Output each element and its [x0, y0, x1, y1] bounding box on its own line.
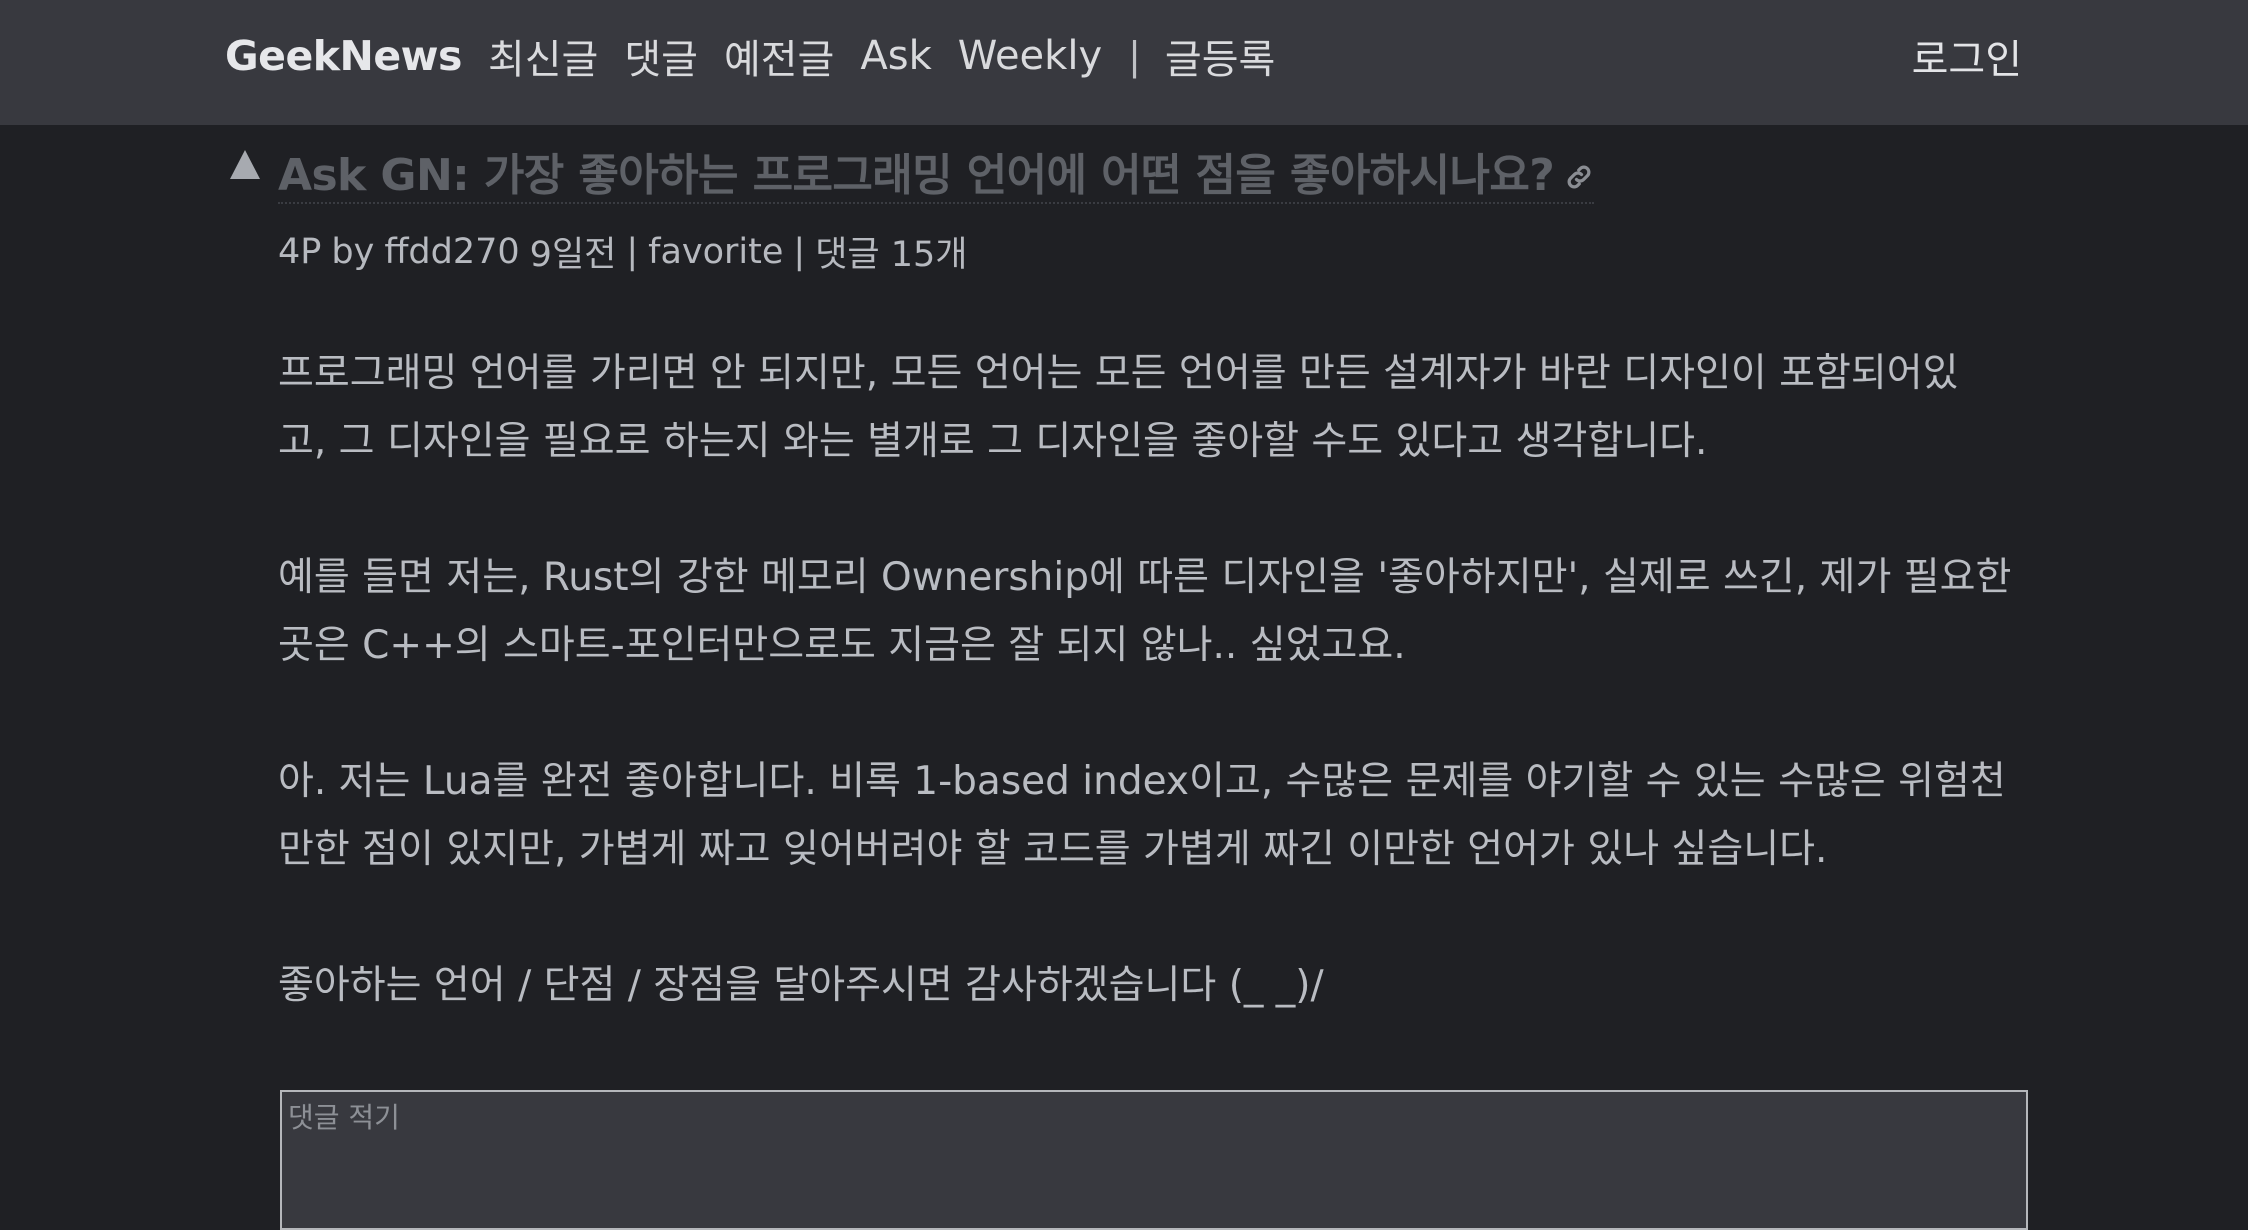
body-line: 아. 저는 Lua를 완전 좋아합니다. 비록 1-based index이고,… — [278, 759, 2006, 804]
body-line: 만한 점이 있지만, 가볍게 짜고 잊어버려야 할 코드를 가볍게 짜긴 이만한… — [278, 827, 1828, 872]
body-line: 예를 들면 저는, Rust의 강한 메모리 Ownership에 따른 디자인… — [278, 555, 2012, 600]
post-meta: 4P by ffdd270 9일전 | favorite | 댓글 15개 — [278, 226, 977, 277]
site-logo-link[interactable]: GeekNews — [225, 32, 462, 80]
body-line: 프로그래밍 언어를 가리면 안 되지만, 모든 언어는 모든 언어를 만든 설계… — [278, 351, 1959, 396]
body-paragraph: 좋아하는 언어 / 단점 / 장점을 달아주시면 감사하겠습니다 (_ _)/ — [278, 952, 2038, 1020]
comments-count-link[interactable]: 댓글 15개 — [815, 226, 967, 277]
main-nav: GeekNews 최신글 댓글 예전글 Ask Weekly | 글등록 — [225, 28, 1301, 84]
upvote-triangle-icon[interactable] — [230, 150, 260, 179]
nav-link-weekly[interactable]: Weekly — [958, 33, 1102, 79]
body-paragraph: 아. 저는 Lua를 완전 좋아합니다. 비록 1-based index이고,… — [278, 748, 2038, 884]
nav-link-past[interactable]: 예전글 — [724, 27, 834, 85]
nav-link-newest[interactable]: 최신글 — [488, 27, 598, 85]
favorite-link[interactable]: favorite — [648, 232, 783, 272]
nav-link-submit[interactable]: 글등록 — [1165, 27, 1275, 85]
meta-separator: | — [793, 231, 806, 272]
nav-link-ask[interactable]: Ask — [860, 33, 931, 79]
nav-separator: | — [1128, 34, 1141, 78]
post-title-link[interactable]: Ask GN: 가장 좋아하는 프로그래밍 언어에 어떤 점을 좋아하시나요? — [278, 139, 1555, 203]
post-by-label: by — [331, 231, 375, 272]
post-body: 프로그래밍 언어를 가리면 안 되지만, 모든 언어는 모든 언어를 만든 설계… — [278, 340, 2038, 1088]
body-line: 좋아하는 언어 / 단점 / 장점을 달아주시면 감사하겠습니다 (_ _)/ — [278, 963, 1324, 1008]
body-line: 곳은 C++의 스마트-포인터만으로도 지금은 잘 되지 않나.. 싶었고요. — [278, 623, 1406, 668]
meta-separator: | — [626, 231, 639, 272]
nav-link-comments[interactable]: 댓글 — [624, 27, 698, 85]
body-line: 고, 그 디자인을 필요로 하는지 와는 별개로 그 디자인을 좋아할 수도 있… — [278, 419, 1708, 464]
post-points: 4P — [278, 231, 322, 272]
comment-input[interactable] — [280, 1090, 2028, 1230]
top-navbar: GeekNews 최신글 댓글 예전글 Ask Weekly | 글등록 로그인 — [0, 0, 2248, 125]
post-title-row: Ask GN: 가장 좋아하는 프로그래밍 언어에 어떤 점을 좋아하시나요? — [278, 139, 1595, 204]
body-paragraph: 프로그래밍 언어를 가리면 안 되지만, 모든 언어는 모든 언어를 만든 설계… — [278, 340, 2038, 476]
link-icon[interactable] — [1564, 162, 1594, 192]
post-time-link[interactable]: 9일전 — [530, 226, 617, 277]
login-link[interactable]: 로그인 — [1912, 28, 2022, 84]
post-author-link[interactable]: ffdd270 — [384, 232, 519, 272]
body-paragraph: 예를 들면 저는, Rust의 강한 메모리 Ownership에 따른 디자인… — [278, 544, 2038, 680]
